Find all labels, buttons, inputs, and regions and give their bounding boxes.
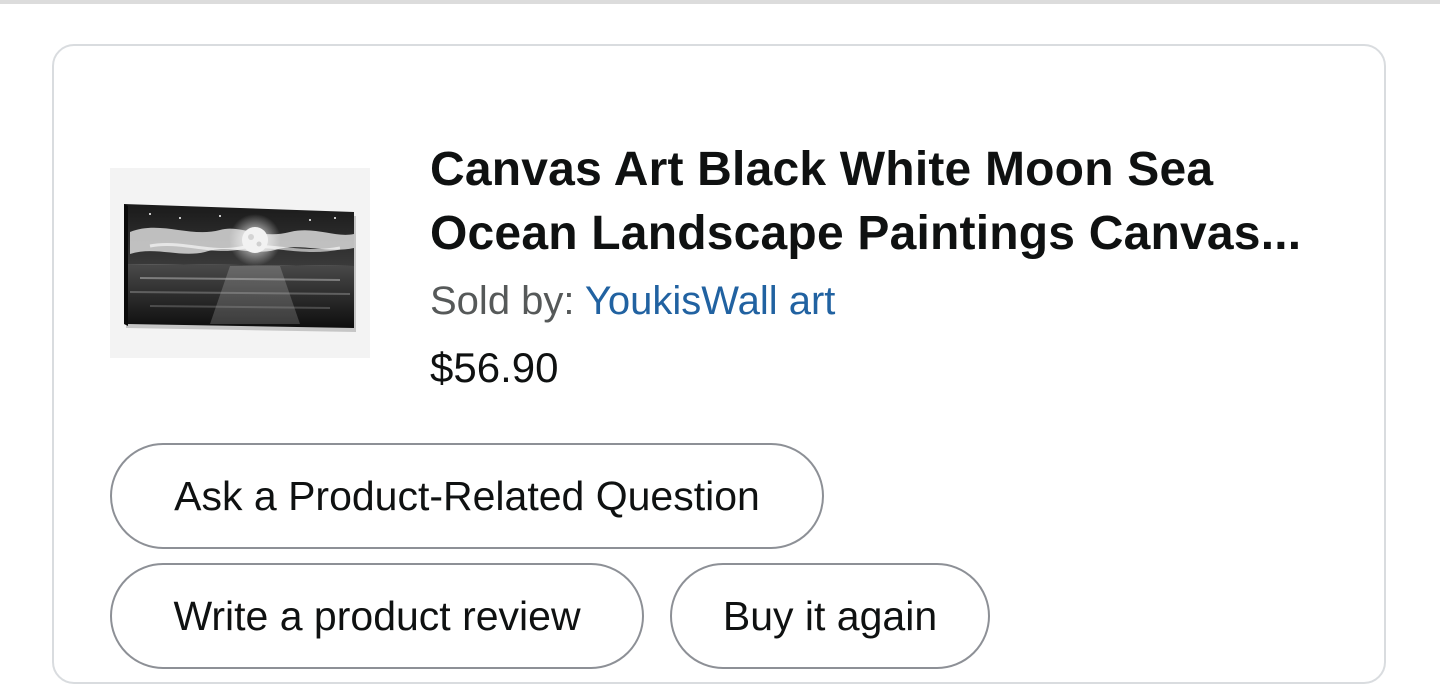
seller-info: Sold by: YoukisWall art	[430, 276, 835, 326]
ask-question-button[interactable]: Ask a Product-Related Question	[110, 443, 824, 549]
product-image-graphic	[124, 204, 356, 332]
write-review-button[interactable]: Write a product review	[110, 563, 644, 669]
product-title[interactable]: Canvas Art Black White Moon Sea Ocean La…	[430, 138, 1330, 266]
product-price: $56.90	[430, 344, 559, 391]
buy-again-button[interactable]: Buy it again	[670, 563, 990, 669]
seller-link[interactable]: YoukisWall art	[585, 279, 835, 323]
sold-by-label: Sold by:	[430, 279, 585, 323]
product-image[interactable]	[110, 168, 370, 358]
top-divider	[0, 0, 1440, 4]
